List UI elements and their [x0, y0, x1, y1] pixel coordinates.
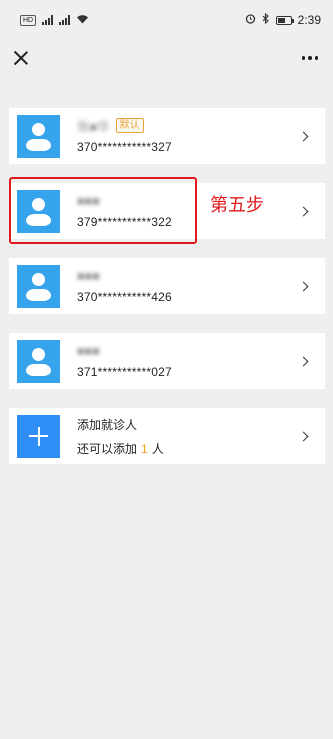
plus-icon — [17, 414, 60, 458]
nav-bar — [0, 40, 333, 76]
avatar — [17, 339, 60, 383]
chevron-right-icon — [298, 206, 309, 216]
patient-card[interactable]: 张■华 默认 370***********327 — [9, 108, 325, 164]
signal-icon-2 — [59, 15, 71, 25]
patient-id: 370***********327 — [77, 140, 172, 154]
status-left: HD — [20, 13, 89, 27]
chevron-right-icon — [298, 131, 309, 141]
patient-id: 371***********027 — [77, 365, 172, 379]
remaining-count: 1 — [141, 441, 148, 456]
avatar — [17, 114, 60, 158]
step-label: 第五步 — [210, 195, 264, 216]
status-bar: HD 2:39 — [0, 0, 333, 40]
chevron-right-icon — [298, 431, 309, 441]
chevron-right-icon — [298, 281, 309, 291]
patient-name: 张■华 — [77, 120, 110, 134]
patient-name: ■■■ — [77, 268, 100, 283]
add-patient-title: 添加就诊人 — [77, 417, 138, 432]
add-patient-remaining: 还可以添加 1 人 — [77, 440, 300, 457]
signal-icon — [42, 15, 54, 25]
more-icon[interactable] — [300, 50, 321, 66]
patient-id: 370***********426 — [77, 290, 172, 304]
battery-icon — [275, 15, 294, 25]
default-badge: 默认 — [115, 118, 144, 133]
highlight-box — [9, 177, 197, 244]
hd-indicator: HD — [20, 14, 37, 26]
avatar — [17, 264, 60, 308]
patient-card[interactable]: ■■■ 370***********426 — [9, 258, 325, 314]
patient-name: ■■■ — [77, 343, 100, 358]
add-patient-card[interactable]: 添加就诊人 还可以添加 1 人 — [9, 408, 325, 464]
remaining-suffix: 人 — [151, 441, 164, 456]
close-icon[interactable] — [13, 50, 29, 66]
patient-card[interactable]: ■■■ 371***********027 — [9, 333, 325, 389]
clock-time: 2:39 — [297, 13, 321, 27]
bluetooth-icon — [262, 12, 270, 27]
status-right: 2:39 — [245, 12, 321, 27]
chevron-right-icon — [298, 356, 309, 366]
wifi-icon — [76, 13, 89, 27]
alarm-icon — [245, 13, 256, 27]
remaining-prefix: 还可以添加 — [77, 441, 138, 456]
